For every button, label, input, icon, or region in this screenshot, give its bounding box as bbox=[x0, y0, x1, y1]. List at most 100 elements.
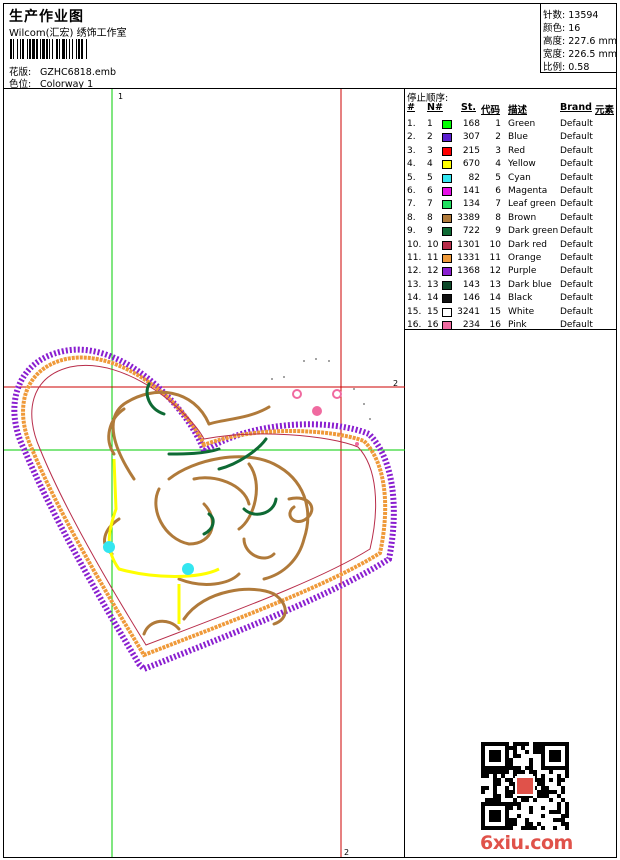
row-description: Leaf green bbox=[508, 199, 556, 210]
stop-sequence-row[interactable]: 9. 9 722 9 Dark green Default bbox=[405, 226, 616, 239]
stop-sequence-row[interactable]: 15. 15 3241 15 White Default bbox=[405, 307, 616, 320]
stop-sequence-panel: 停止顺序: # N# St. 代码 描述 Brand 元素 1. 1 168 1 Gre… bbox=[405, 89, 616, 857]
row-description: Magenta bbox=[508, 186, 548, 196]
colorway-row: 色位: Colorway 1 bbox=[9, 76, 93, 90]
stop-sequence-row[interactable]: 16. 16 234 16 Pink Default bbox=[405, 320, 616, 333]
row-index: 13. bbox=[407, 279, 422, 290]
stop-sequence-row[interactable]: 4. 4 670 4 Yellow Default bbox=[405, 159, 616, 172]
row-index: 11. bbox=[407, 253, 422, 263]
cyan-cheek-right bbox=[182, 563, 194, 575]
row-description: Dark red bbox=[508, 239, 547, 250]
worksheet-header: 生产作业图 Wilcom(汇宏) 绣饰工作室 花版: GZHC6818.emb … bbox=[4, 4, 617, 90]
scale-row: 比例: 0.58 bbox=[543, 59, 589, 73]
row-number: 8 bbox=[427, 212, 433, 223]
scale-label: 比例: bbox=[543, 62, 566, 73]
stop-sequence-row[interactable]: 7. 7 134 7 Leaf green Default bbox=[405, 199, 616, 212]
row-stitches: 143 bbox=[462, 279, 480, 290]
row-stitches: 670 bbox=[462, 159, 480, 170]
stop-sequence-row[interactable]: 10. 10 1301 10 Dark red Default bbox=[405, 240, 616, 253]
row-brand: Default bbox=[560, 132, 593, 143]
company-name: Wilcom(汇宏) 绣饰工作室 bbox=[9, 28, 127, 39]
stop-sequence-row[interactable]: 3. 3 215 3 Red Default bbox=[405, 146, 616, 159]
col-header-stitches: St. bbox=[461, 102, 476, 113]
color-swatch bbox=[442, 173, 452, 183]
color-swatch bbox=[442, 200, 452, 210]
row-number: 15 bbox=[427, 306, 439, 317]
color-swatch bbox=[442, 133, 452, 143]
color-swatch bbox=[442, 254, 452, 263]
height-row: 高度: 227.6 mm bbox=[543, 33, 617, 47]
col-header-brand: Brand bbox=[560, 102, 592, 113]
stop-sequence-row[interactable]: 2. 2 307 2 Blue Default bbox=[405, 132, 616, 145]
row-description: Cyan bbox=[508, 172, 531, 183]
row-stitches: 146 bbox=[462, 293, 480, 304]
row-description: Purple bbox=[508, 266, 537, 277]
row-number: 9 bbox=[427, 226, 433, 237]
row-stitches: 307 bbox=[462, 132, 480, 143]
row-code: 4 bbox=[495, 159, 501, 170]
barcode bbox=[10, 39, 87, 59]
row-stitches: 1368 bbox=[457, 266, 480, 277]
row-number: 2 bbox=[427, 132, 433, 143]
row-number: 6 bbox=[427, 186, 433, 196]
panel-divider bbox=[405, 329, 616, 330]
color-swatch bbox=[442, 280, 452, 290]
stop-sequence-row[interactable]: 6. 6 141 6 Magenta Default bbox=[405, 186, 616, 199]
color-swatch bbox=[442, 146, 452, 156]
row-number: 11 bbox=[427, 253, 439, 263]
row-index: 9. bbox=[407, 226, 416, 237]
row-number: 12 bbox=[427, 266, 439, 277]
pink-dot-1 bbox=[312, 406, 322, 416]
color-swatch bbox=[442, 240, 452, 250]
row-stitches: 215 bbox=[462, 145, 480, 156]
stop-sequence-row[interactable]: 11. 11 1331 11 Orange Default bbox=[405, 253, 616, 266]
stop-sequence-row[interactable]: 14. 14 146 14 Black Default bbox=[405, 293, 616, 306]
row-brand: Default bbox=[560, 212, 593, 223]
guide-v2-label: 2 bbox=[344, 848, 349, 857]
row-number: 1 bbox=[427, 119, 433, 129]
row-stitches: 1331 bbox=[457, 253, 480, 263]
row-stitches: 722 bbox=[462, 226, 480, 237]
stop-sequence-row[interactable]: 8. 8 3389 8 Brown Default bbox=[405, 213, 616, 226]
row-index: 10. bbox=[407, 239, 422, 250]
row-index: 14. bbox=[407, 293, 422, 304]
guide-v1-label: 1 bbox=[118, 92, 123, 101]
color-count-row: 颜色: 16 bbox=[543, 20, 580, 34]
color-swatch bbox=[442, 294, 452, 304]
row-index: 2. bbox=[407, 132, 416, 143]
stop-sequence-row[interactable]: 13. 13 143 13 Dark blue Default bbox=[405, 280, 616, 293]
row-brand: Default bbox=[560, 306, 593, 317]
stop-sequence-row[interactable]: 1. 1 168 1 Green Default bbox=[405, 119, 616, 132]
row-code: 2 bbox=[495, 132, 501, 143]
row-stitches: 82 bbox=[468, 172, 480, 183]
production-worksheet: 生产作业图 Wilcom(汇宏) 绣饰工作室 花版: GZHC6818.emb … bbox=[3, 3, 617, 858]
row-brand: Default bbox=[560, 186, 593, 196]
row-description: Blue bbox=[508, 132, 528, 143]
row-number: 5 bbox=[427, 172, 433, 183]
stitch-count-row: 针数: 13594 bbox=[543, 7, 598, 21]
row-description: Orange bbox=[508, 253, 542, 263]
row-stitches: 141 bbox=[462, 186, 480, 196]
row-brand: Default bbox=[560, 239, 593, 250]
row-code: 9 bbox=[495, 226, 501, 237]
cyan-cheek-left bbox=[103, 541, 115, 553]
color-swatch bbox=[442, 160, 452, 170]
row-code: 7 bbox=[495, 199, 501, 210]
row-index: 1. bbox=[407, 119, 416, 129]
row-stitches: 3241 bbox=[457, 306, 480, 317]
row-index: 12. bbox=[407, 266, 422, 277]
qr-code[interactable] bbox=[481, 742, 569, 830]
stop-sequence-row[interactable]: 12. 12 1368 12 Purple Default bbox=[405, 266, 616, 279]
stop-sequence-row[interactable]: 5. 5 82 5 Cyan Default bbox=[405, 173, 616, 186]
row-code: 5 bbox=[495, 172, 501, 183]
design-canvas[interactable]: 1 2 2 bbox=[4, 89, 405, 857]
colorway-label: 色位: bbox=[9, 79, 32, 90]
row-brand: Default bbox=[560, 293, 593, 304]
row-code: 1 bbox=[495, 119, 501, 129]
embroidery-preview: 1 2 2 bbox=[4, 89, 405, 857]
row-description: Dark blue bbox=[508, 279, 552, 290]
row-number: 10 bbox=[427, 239, 439, 250]
row-brand: Default bbox=[560, 253, 593, 263]
design-stats: 针数: 13594 颜色: 16 高度: 227.6 mm 宽度: 226.5 … bbox=[540, 4, 617, 73]
row-index: 6. bbox=[407, 186, 416, 196]
